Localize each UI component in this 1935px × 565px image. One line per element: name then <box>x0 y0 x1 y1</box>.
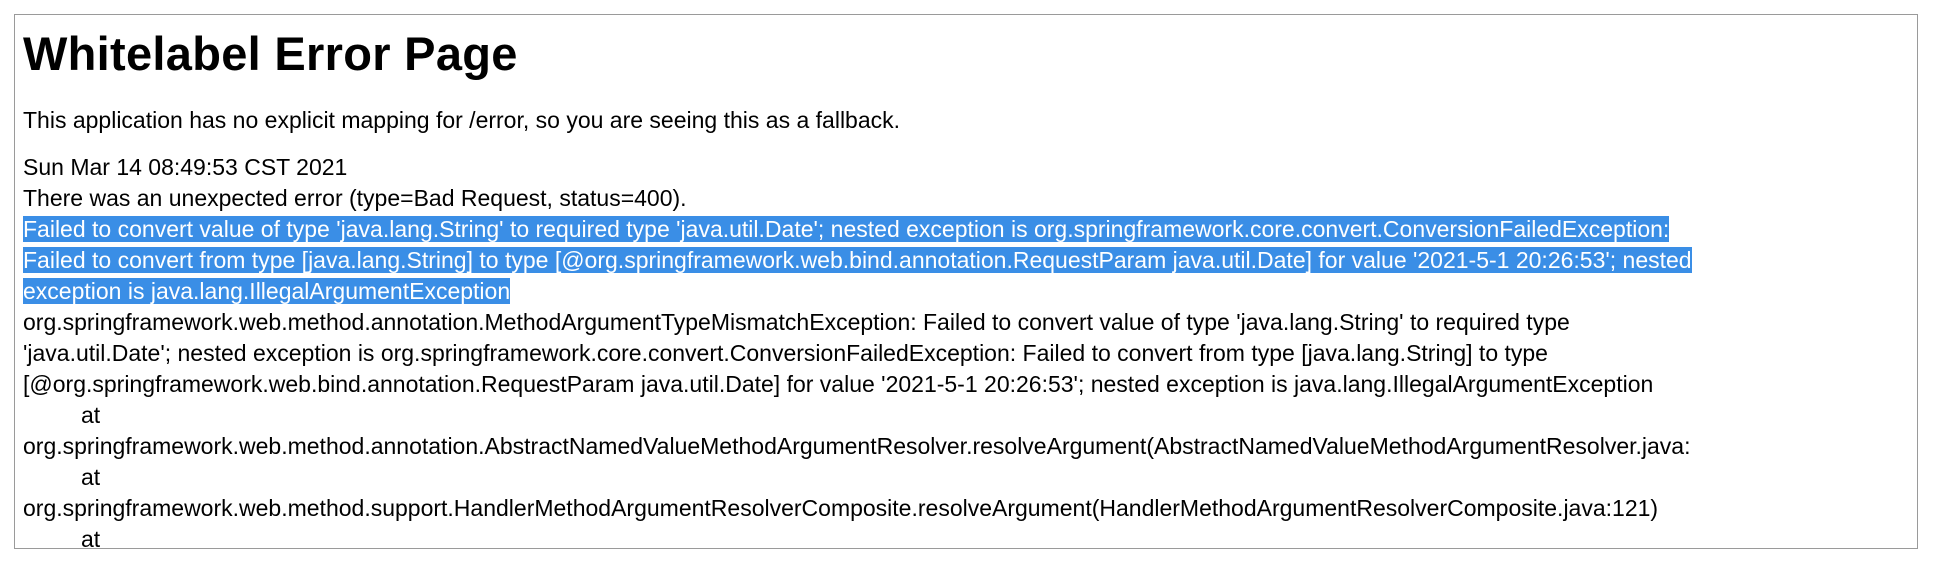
fallback-message: This application has no explicit mapping… <box>23 107 901 133</box>
selected-text[interactable]: Failed to convert from type [java.lang.S… <box>23 247 1692 273</box>
stack-trace-at: at <box>81 464 101 490</box>
stack-trace-at: at <box>81 402 101 428</box>
error-page-frame: Whitelabel Error Page This application h… <box>14 14 1918 549</box>
error-timestamp: Sun Mar 14 08:49:53 CST 2021 <box>23 154 348 180</box>
error-summary: There was an unexpected error (type=Bad … <box>23 185 687 211</box>
stack-trace-line: [@org.springframework.web.bind.annotatio… <box>23 371 1654 397</box>
error-message-line-1[interactable]: Failed to convert value of type 'java.la… <box>23 214 1917 245</box>
error-page-content: Whitelabel Error Page This application h… <box>23 21 1917 549</box>
stack-trace-at: at <box>81 526 101 549</box>
error-message-line-3[interactable]: exception is java.lang.IllegalArgumentEx… <box>23 276 1917 307</box>
page-title: Whitelabel Error Page <box>23 27 518 80</box>
error-details: Sun Mar 14 08:49:53 CST 2021 There was a… <box>23 152 1917 549</box>
stack-trace-line: 'java.util.Date'; nested exception is or… <box>23 340 1548 366</box>
stack-trace-line: org.springframework.web.method.support.H… <box>23 495 1659 521</box>
error-message-line-2[interactable]: Failed to convert from type [java.lang.S… <box>23 245 1917 276</box>
stack-trace-line: org.springframework.web.method.annotatio… <box>23 309 1570 335</box>
selected-text[interactable]: Failed to convert value of type 'java.la… <box>23 216 1670 242</box>
selected-text[interactable]: exception is java.lang.IllegalArgumentEx… <box>23 278 511 304</box>
stack-trace-line: org.springframework.web.method.annotatio… <box>23 433 1691 459</box>
